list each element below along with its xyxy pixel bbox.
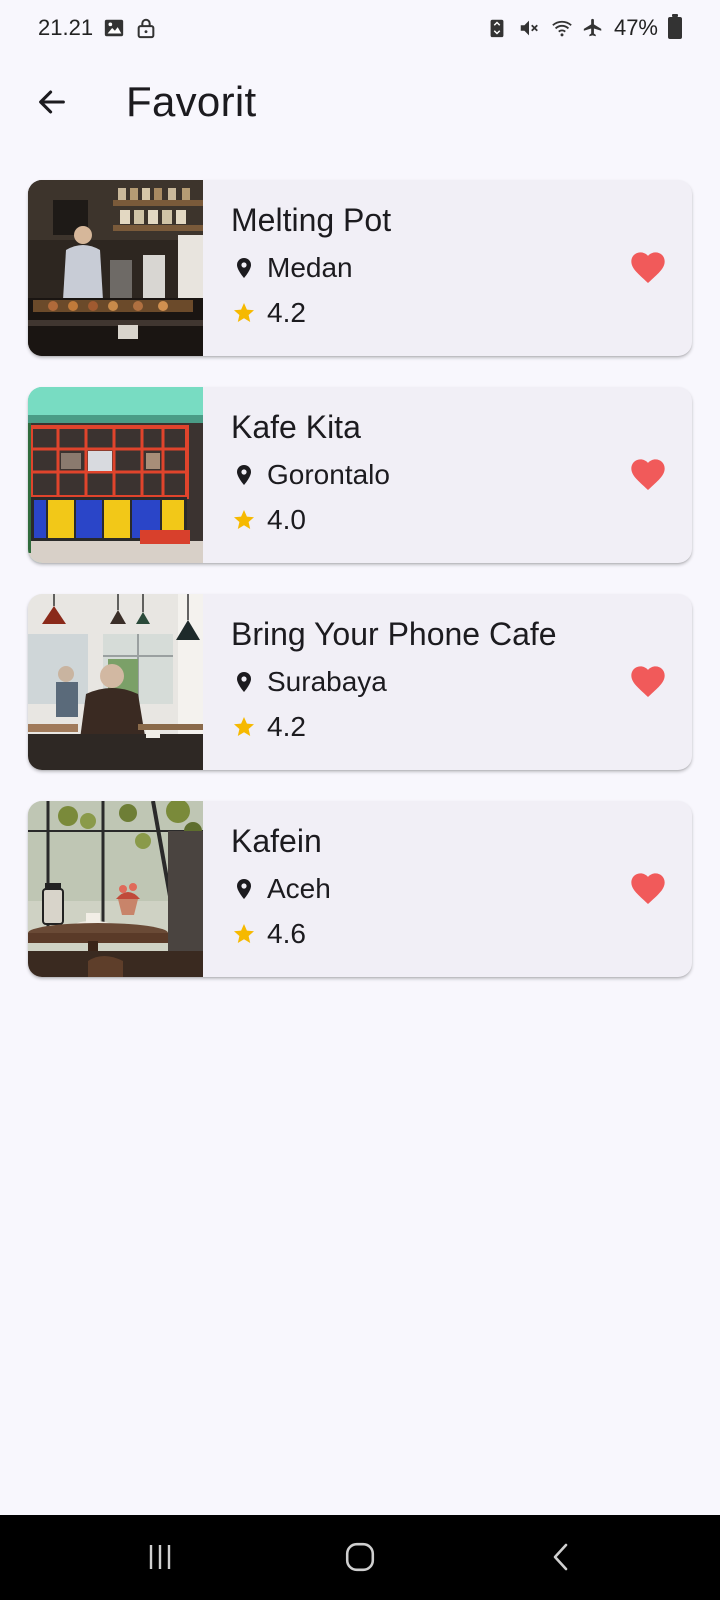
heart-icon [631, 459, 665, 490]
cafe-city-row: Surabaya [231, 666, 387, 698]
favorite-card[interactable]: Kafe Kita Gorontalo 4.0 [28, 387, 692, 563]
cafe-name: Kafein [231, 823, 322, 859]
cafe-rating: 4.6 [267, 918, 306, 949]
recents-icon [149, 1545, 171, 1569]
cafe-name: Kafe Kita [231, 409, 361, 445]
status-time: 21.21 [38, 15, 94, 40]
back-button[interactable] [28, 78, 76, 126]
cafe-rating-row: 4.0 [231, 504, 306, 536]
cafe-name: Bring Your Phone Cafe [231, 616, 557, 652]
cafe-city: Surabaya [267, 666, 387, 697]
cafe-rating-row: 4.2 [231, 711, 306, 743]
cafe-name: Melting Pot [231, 202, 392, 238]
lock-icon [135, 17, 157, 39]
favorite-card[interactable]: Bring Your Phone Cafe Surabaya 4.2 [28, 594, 692, 770]
favorite-button[interactable] [626, 246, 670, 290]
cafe-image [28, 180, 203, 356]
location-pin-icon [231, 462, 257, 488]
card-info: Kafe Kita Gorontalo 4.0 [231, 387, 612, 563]
home-button[interactable] [338, 1537, 382, 1577]
status-left: 21.21 [38, 15, 157, 41]
page-title: Favorit [126, 78, 257, 125]
location-pin-icon [231, 255, 257, 281]
wifi-icon [550, 17, 572, 39]
status-right: 47% [486, 14, 682, 41]
heart-icon [631, 666, 665, 697]
cafe-city-row: Medan [231, 252, 353, 284]
cafe-rating: 4.2 [267, 711, 306, 742]
cafe-city: Aceh [267, 873, 331, 904]
location-pin-icon [231, 669, 257, 695]
star-icon [231, 714, 257, 740]
home-icon [345, 1542, 375, 1572]
cafe-rating: 4.2 [267, 297, 306, 328]
star-icon [231, 921, 257, 947]
cafe-city-row: Aceh [231, 873, 331, 905]
airplane-mode-icon [582, 17, 604, 39]
battery-saver-icon [486, 17, 508, 39]
heart-icon [631, 873, 665, 904]
favorite-card[interactable]: Melting Pot Medan 4.2 [28, 180, 692, 356]
arrow-left-icon [39, 90, 65, 114]
cafe-image [28, 387, 203, 563]
battery-icon [668, 14, 682, 39]
gallery-icon [103, 17, 125, 39]
favorite-button[interactable] [626, 453, 670, 497]
star-icon [231, 507, 257, 533]
mute-icon [518, 17, 540, 39]
card-info: Kafein Aceh 4.6 [231, 801, 612, 977]
favorite-button[interactable] [626, 660, 670, 704]
cafe-image [28, 594, 203, 770]
nav-back-button[interactable] [540, 1537, 584, 1577]
star-icon [231, 300, 257, 326]
heart-icon [631, 252, 665, 283]
cafe-rating-row: 4.2 [231, 297, 306, 329]
status-bar: 21.21 47% [0, 0, 720, 56]
card-info: Melting Pot Medan 4.2 [231, 180, 612, 356]
battery-percent: 47% [613, 15, 658, 40]
cafe-rating: 4.0 [267, 504, 306, 535]
card-info: Bring Your Phone Cafe Surabaya 4.2 [231, 594, 612, 770]
back-icon [553, 1543, 568, 1571]
app-bar: Favorit [0, 56, 720, 148]
cafe-city-row: Gorontalo [231, 459, 390, 491]
system-nav-bar [0, 1515, 720, 1600]
favorites-list: Melting Pot Medan 4.2 Kafe Kita Gorontal… [28, 180, 692, 1008]
location-pin-icon [231, 876, 257, 902]
recents-button[interactable] [138, 1537, 182, 1577]
cafe-image [28, 801, 203, 977]
cafe-city: Medan [267, 252, 353, 283]
favorites-screen: 21.21 47% Favorit Melting Pot Medan 4.2 … [0, 0, 720, 1600]
cafe-city: Gorontalo [267, 459, 390, 490]
cafe-rating-row: 4.6 [231, 918, 306, 950]
favorite-button[interactable] [626, 867, 670, 911]
favorite-card[interactable]: Kafein Aceh 4.6 [28, 801, 692, 977]
